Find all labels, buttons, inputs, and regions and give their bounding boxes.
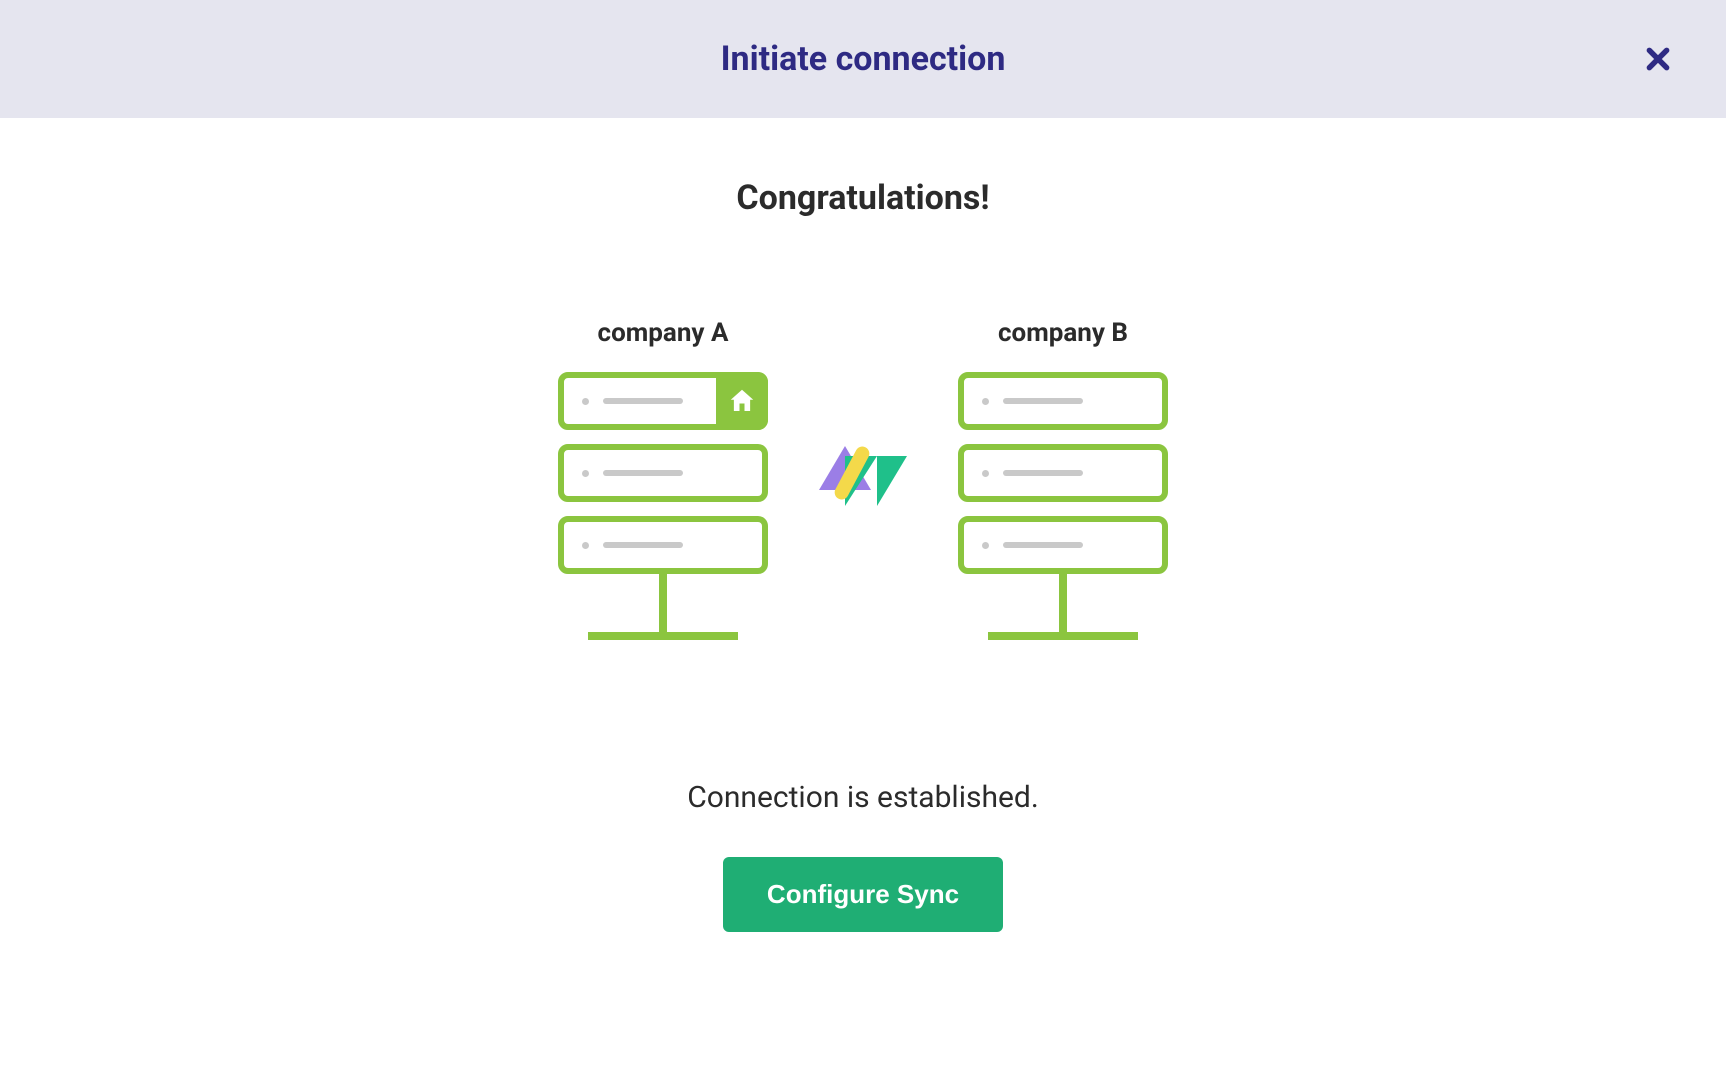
connection-status-text: Connection is established.: [687, 780, 1039, 815]
server-unit: [558, 372, 768, 430]
server-line-icon: [603, 542, 683, 548]
company-b-column: company B: [953, 318, 1173, 640]
server-line-icon: [603, 398, 683, 404]
triangle-logo-icon: [815, 438, 911, 514]
server-unit: [958, 516, 1168, 574]
server-line-icon: [1003, 398, 1083, 404]
modal-header: Initiate connection: [0, 0, 1726, 118]
server-line-icon: [603, 470, 683, 476]
company-a-column: company A: [553, 318, 773, 640]
server-dot-icon: [582, 398, 589, 405]
server-line-icon: [1003, 470, 1083, 476]
server-dot-icon: [582, 470, 589, 477]
close-icon: [1645, 46, 1671, 72]
congratulations-heading: Congratulations!: [736, 178, 989, 218]
server-line-icon: [1003, 542, 1083, 548]
modal-body: Congratulations! company A: [0, 118, 1726, 1086]
home-icon: [727, 386, 757, 416]
server-dot-icon: [982, 542, 989, 549]
initiate-connection-modal: Initiate connection Congratulations! com…: [0, 0, 1726, 1086]
server-stand-icon: [588, 574, 738, 640]
connection-logo: [813, 318, 913, 514]
company-a-server: [558, 372, 768, 574]
server-stand-icon: [988, 574, 1138, 640]
company-b-server: [958, 372, 1168, 574]
server-unit: [558, 444, 768, 502]
configure-sync-button[interactable]: Configure Sync: [723, 857, 1003, 932]
server-dot-icon: [982, 398, 989, 405]
company-a-label: company A: [598, 318, 729, 348]
server-unit: [958, 444, 1168, 502]
home-badge: [716, 372, 768, 430]
server-dot-icon: [582, 542, 589, 549]
server-dot-icon: [982, 470, 989, 477]
connection-diagram: company A: [553, 318, 1173, 640]
server-unit: [958, 372, 1168, 430]
server-unit: [558, 516, 768, 574]
company-b-label: company B: [998, 318, 1128, 348]
close-button[interactable]: [1638, 39, 1678, 79]
modal-title: Initiate connection: [721, 39, 1006, 79]
